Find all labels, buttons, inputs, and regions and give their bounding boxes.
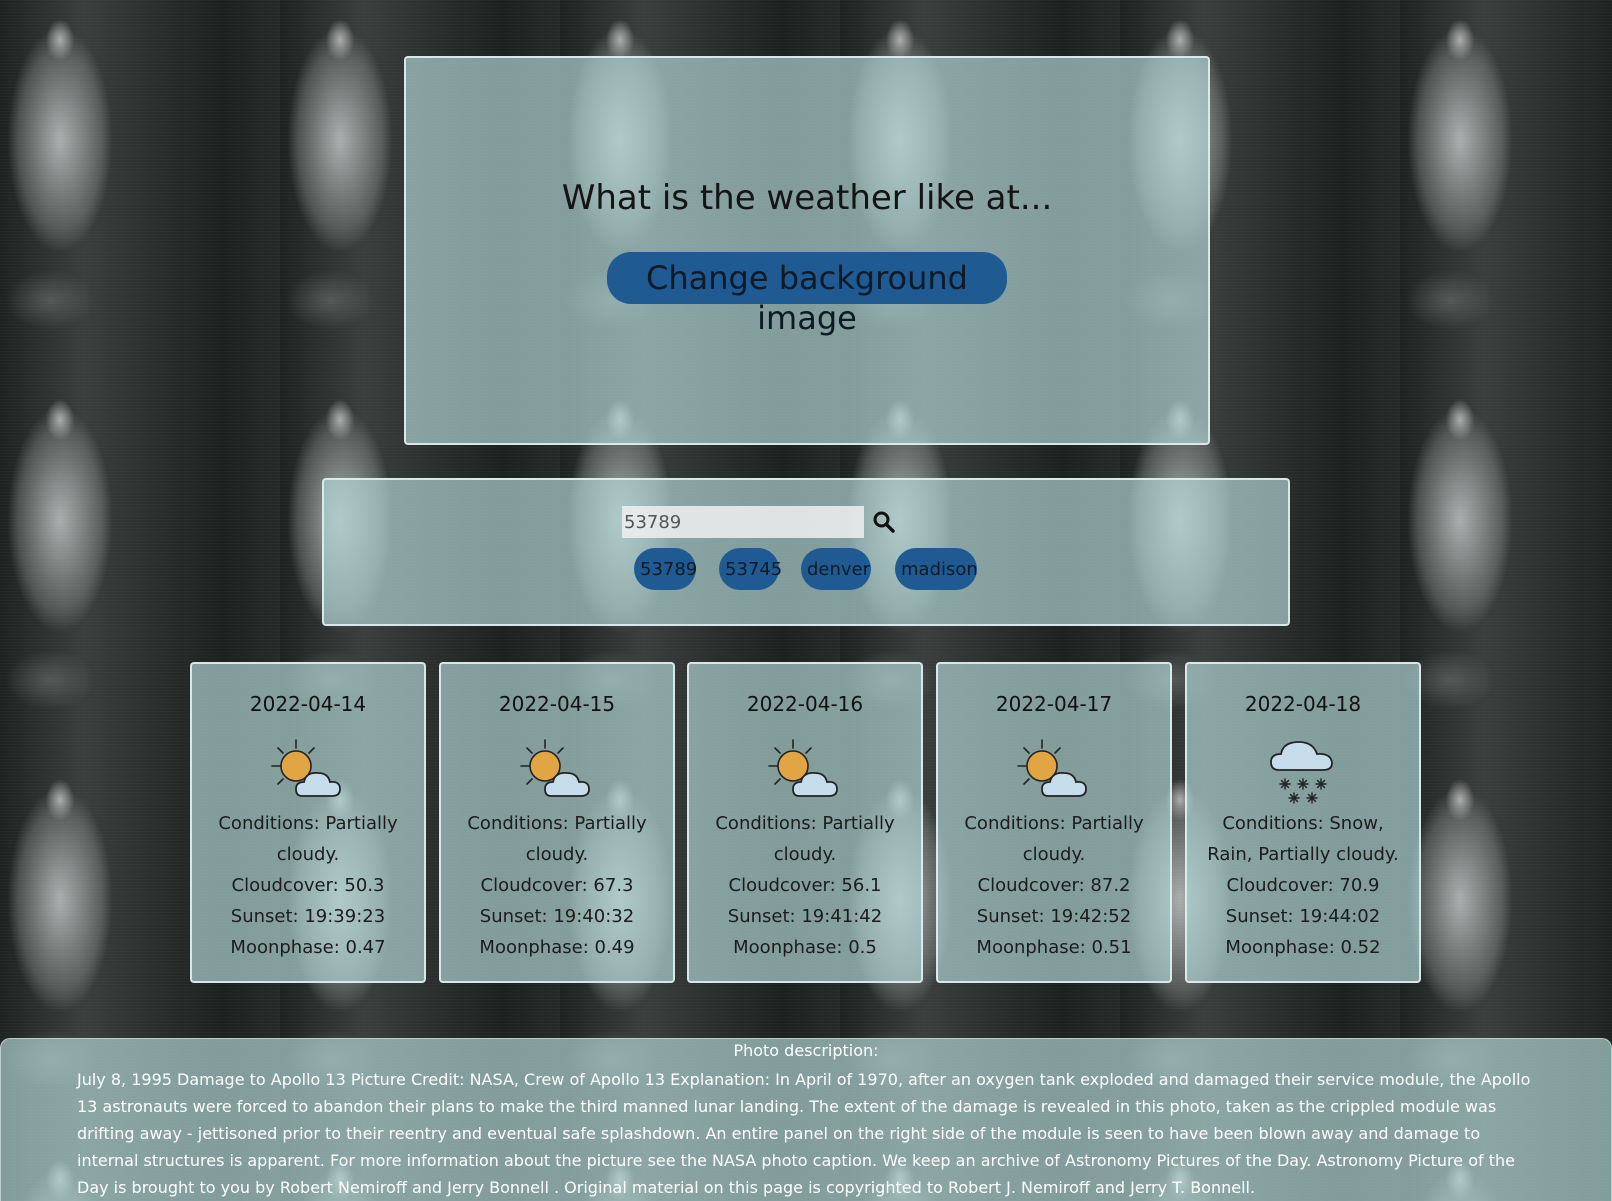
forecast-moonphase: Moonphase: 0.49	[479, 937, 635, 958]
header-panel: What is the weather like at... Change ba…	[404, 56, 1210, 445]
history-button-madison[interactable]: madison	[895, 548, 978, 590]
forecast-sunset: Sunset: 19:40:32	[479, 906, 635, 927]
forecast-card: 2022-04-17 Conditions: Partially cloudy.…	[936, 662, 1172, 983]
forecast-moonphase: Moonphase: 0.51	[976, 937, 1132, 958]
change-background-button[interactable]: Change background image	[607, 252, 1007, 337]
forecast-cloudcover: Cloudcover: 87.2	[977, 875, 1131, 896]
forecast-card: 2022-04-16 Conditions: Partially cloudy.…	[687, 662, 923, 983]
photo-description-panel: Photo description: July 8, 1995 Damage t…	[0, 1038, 1612, 1201]
forecast-info: Conditions: Snow, Rain, Partially cloudy…	[1187, 808, 1419, 963]
forecast-date: 2022-04-14	[249, 692, 367, 716]
forecast-moonphase: Moonphase: 0.5	[733, 937, 877, 958]
photo-description-title: Photo description:	[733, 1041, 879, 1060]
forecast-date: 2022-04-18	[1244, 692, 1362, 716]
search-input[interactable]	[622, 506, 864, 538]
forecast-conditions: Conditions: Partially cloudy.	[218, 813, 398, 865]
forecast-date: 2022-04-15	[498, 692, 616, 716]
forecast-conditions: Conditions: Snow, Rain, Partially cloudy…	[1207, 813, 1399, 865]
forecast-info: Conditions: Partially cloudy. Cloudcover…	[938, 808, 1170, 963]
photo-description-text: July 8, 1995 Damage to Apollo 13 Picture…	[77, 1070, 1531, 1197]
forecast-card: 2022-04-18 Conditions: Snow, Rain, Parti…	[1185, 662, 1421, 983]
partly-cloudy-day-icon	[520, 739, 590, 797]
forecast-card: 2022-04-14 Conditions: Partially cloudy.…	[190, 662, 426, 983]
history-button-53789[interactable]: 53789	[634, 548, 697, 590]
forecast-conditions: Conditions: Partially cloudy.	[715, 813, 895, 865]
forecast-sunset: Sunset: 19:41:42	[727, 906, 883, 927]
forecast-date: 2022-04-17	[995, 692, 1113, 716]
partly-cloudy-day-icon	[271, 739, 341, 797]
forecast-cloudcover: Cloudcover: 67.3	[480, 875, 634, 896]
page-title: What is the weather like at...	[561, 178, 1053, 218]
search-icon[interactable]	[872, 510, 896, 534]
forecast-info: Conditions: Partially cloudy. Cloudcover…	[192, 808, 424, 963]
history-button-denver[interactable]: denver	[801, 548, 871, 590]
forecast-card: 2022-04-15 Conditions: Partially cloudy.…	[439, 662, 675, 983]
forecast-cloudcover: Cloudcover: 70.9	[1226, 875, 1380, 896]
search-panel: 53789 53745 denver madison	[322, 478, 1290, 626]
forecast-conditions: Conditions: Partially cloudy.	[964, 813, 1144, 865]
forecast-sunset: Sunset: 19:44:02	[1225, 906, 1381, 927]
forecast-sunset: Sunset: 19:39:23	[230, 906, 386, 927]
snow-icon	[1270, 741, 1333, 804]
forecast-cloudcover: Cloudcover: 50.3	[231, 875, 385, 896]
history-button-53745[interactable]: 53745	[719, 548, 782, 590]
forecast-date: 2022-04-16	[746, 692, 864, 716]
forecast-conditions: Conditions: Partially cloudy.	[467, 813, 647, 865]
forecast-moonphase: Moonphase: 0.47	[230, 937, 386, 958]
forecast-moonphase: Moonphase: 0.52	[1225, 937, 1381, 958]
forecast-sunset: Sunset: 19:42:52	[976, 906, 1132, 927]
forecast-info: Conditions: Partially cloudy. Cloudcover…	[441, 808, 673, 963]
partly-cloudy-day-icon	[1017, 739, 1087, 797]
partly-cloudy-day-icon	[768, 739, 838, 797]
search-history: 53789 53745 denver madison	[634, 548, 978, 590]
search-row	[622, 506, 896, 538]
forecast-info: Conditions: Partially cloudy. Cloudcover…	[689, 808, 921, 963]
forecast-cloudcover: Cloudcover: 56.1	[728, 875, 882, 896]
